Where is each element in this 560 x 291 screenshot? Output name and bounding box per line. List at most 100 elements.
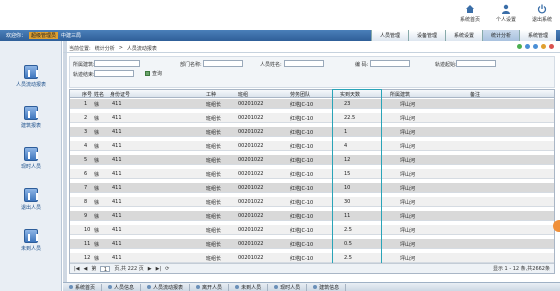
table-header: 序号 姓名 身份证号 工种 班组 劳务团队 实到天数 所属建筑 备注: [70, 90, 554, 98]
tab-system-settings[interactable]: 系统设置: [445, 30, 482, 41]
id-label: 编 码:: [355, 62, 369, 68]
cell-job: 班组长: [206, 242, 222, 248]
col-header-building[interactable]: 所属建筑: [390, 91, 410, 98]
welcome-text: 欢迎你：: [6, 33, 27, 39]
table-row[interactable]: 12 徐 411 班组长 00201022 红塔JC-10 2.5 坪山河: [70, 253, 554, 263]
col-header-team[interactable]: 班组: [238, 91, 248, 98]
bottom-tab-flow-report[interactable]: 人员流动报表: [141, 283, 191, 291]
cell-job: 班组长: [206, 130, 222, 136]
table-row[interactable]: 3 徐 411 班组长 00201022 红塔JC-10 1 坪山河: [70, 127, 554, 137]
user-icon: [502, 4, 510, 14]
side-help-tab[interactable]: [553, 220, 560, 232]
warning-icon[interactable]: [541, 44, 546, 49]
cell-id: 411: [112, 255, 122, 261]
breadcrumb-item[interactable]: 统计分析: [95, 45, 115, 52]
prev-page-icon[interactable]: ◀: [84, 266, 88, 272]
bottom-tab-exited[interactable]: 离开人员: [190, 283, 230, 291]
logout-link[interactable]: 退出系统: [530, 4, 554, 23]
cell-job: 班组长: [206, 144, 222, 150]
close-icon[interactable]: [549, 44, 554, 49]
start-date-input[interactable]: [456, 60, 496, 67]
bottom-tab-current[interactable]: 现时人员: [268, 283, 308, 291]
tab-icon: [147, 285, 152, 289]
page-number-input[interactable]: 1: [100, 265, 111, 273]
col-header-days[interactable]: 实到天数: [340, 91, 360, 98]
bottom-tab-personnel-info[interactable]: 人员信息: [102, 283, 142, 291]
building-select[interactable]: [94, 60, 140, 67]
personal-settings-link[interactable]: 个人设置: [494, 4, 518, 23]
home-link[interactable]: 系统首页: [458, 4, 482, 23]
cell-team: 00201022: [238, 199, 264, 205]
sidebar-item-building-report[interactable]: 建筑报表: [0, 106, 62, 129]
cell-team: 00201022: [238, 157, 264, 163]
cell-job: 班组长: [206, 200, 222, 206]
id-input[interactable]: [370, 60, 410, 67]
cell-name: 徐: [94, 158, 100, 164]
start-label: 轨迹起始:: [435, 62, 457, 68]
sidebar-item-absent-personnel[interactable]: 未到人员: [0, 229, 62, 252]
col-header-note[interactable]: 备注: [470, 91, 480, 98]
col-header-job[interactable]: 工种: [206, 91, 216, 98]
cell-job: 班组长: [206, 102, 222, 108]
dept-input[interactable]: [203, 60, 243, 67]
cell-no: 6: [84, 171, 88, 177]
tab-system-management[interactable]: 系统管理: [519, 30, 556, 41]
end-date-input[interactable]: [94, 70, 134, 77]
col-header-labor[interactable]: 劳务团队: [290, 91, 310, 98]
tab-equipment[interactable]: 设备管理: [408, 30, 445, 41]
report-icon: [24, 188, 38, 202]
table-row[interactable]: 11 徐 411 班组长 00201022 红塔JC-10 0.5 坪山河: [70, 239, 554, 249]
cell-labor: 红塔JC-10: [290, 172, 314, 178]
tab-personnel[interactable]: 人员管理: [371, 30, 408, 41]
table-row[interactable]: 10 徐 411 班组长 00201022 红塔JC-10 2.5 坪山河: [70, 225, 554, 235]
cell-no: 7: [84, 185, 88, 191]
tab-icon: [235, 285, 240, 289]
tab-statistics[interactable]: 统计分析: [482, 30, 519, 41]
cell-id: 411: [112, 143, 122, 149]
breadcrumb: 当前位置: 统计分析 > 人员流动报表: [63, 44, 560, 53]
bottom-tab-label: 人员流动报表: [153, 284, 184, 291]
bottom-tab-absent[interactable]: 未到人员: [229, 283, 269, 291]
table-row[interactable]: 2 徐 411 班组长 00201022 红塔JC-10 22.5 坪山河: [70, 113, 554, 123]
cell-job: 班组长: [206, 116, 222, 122]
search-button[interactable]: 查询: [145, 70, 162, 77]
table-row[interactable]: 8 徐 411 班组长 00201022 红塔JC-10 30 坪山河: [70, 197, 554, 207]
col-header-name[interactable]: 姓名: [94, 91, 104, 98]
table-row[interactable]: 1 徐 411 班组长 00201022 红塔JC-10 23 坪山河: [70, 99, 554, 109]
cell-labor: 红塔JC-10: [290, 228, 314, 234]
sidebar-item-flow-report[interactable]: 人员流动报表: [0, 65, 62, 88]
bottom-tab-label: 未到人员: [241, 284, 262, 291]
cell-labor: 红塔JC-10: [290, 186, 314, 192]
cell-days: 23: [344, 101, 351, 107]
breadcrumb-prefix: 当前位置:: [69, 45, 91, 52]
name-input[interactable]: [284, 60, 324, 67]
refresh-icon[interactable]: [517, 44, 522, 49]
sidebar-item-current-personnel[interactable]: 现时人员: [0, 147, 62, 170]
sidebar-item-exited-personnel[interactable]: 退出人员: [0, 188, 62, 211]
cell-id: 411: [112, 213, 122, 219]
search-icon: [145, 71, 150, 76]
bottom-tab-building[interactable]: 建筑信息: [307, 283, 347, 291]
refresh-page-icon[interactable]: ⟳: [165, 266, 169, 272]
personal-settings-label: 个人设置: [495, 17, 516, 23]
back-icon[interactable]: [525, 44, 530, 49]
forward-icon[interactable]: [533, 44, 538, 49]
cell-days: 2.5: [344, 255, 352, 261]
table-row[interactable]: 7 徐 411 班组长 00201022 红塔JC-10 10 坪山河: [70, 183, 554, 193]
last-page-icon[interactable]: ▶|: [156, 266, 162, 272]
cell-id: 411: [112, 171, 122, 177]
col-header-no[interactable]: 序号: [82, 91, 92, 98]
bottom-tab-home[interactable]: 系统首页: [63, 283, 103, 291]
sidebar-item-label: 现时人员: [20, 164, 41, 170]
next-page-icon[interactable]: ▶: [148, 266, 152, 272]
cell-name: 徐: [94, 228, 100, 234]
table-row[interactable]: 6 徐 411 班组长 00201022 红塔JC-10 15 坪山河: [70, 169, 554, 179]
cell-job: 班组长: [206, 158, 222, 164]
first-page-icon[interactable]: |◀: [74, 266, 80, 272]
cell-bldg: 坪山河: [400, 242, 416, 248]
table-row[interactable]: 9 徐 411 班组长 00201022 红塔JC-10 11 坪山河: [70, 211, 554, 221]
col-header-id[interactable]: 身份证号: [110, 91, 130, 98]
table-row[interactable]: 4 徐 411 班组长 00201022 红塔JC-10 4 坪山河: [70, 141, 554, 151]
page-label: 第: [91, 266, 97, 272]
table-row[interactable]: 5 徐 411 班组长 00201022 红塔JC-10 12 坪山河: [70, 155, 554, 165]
